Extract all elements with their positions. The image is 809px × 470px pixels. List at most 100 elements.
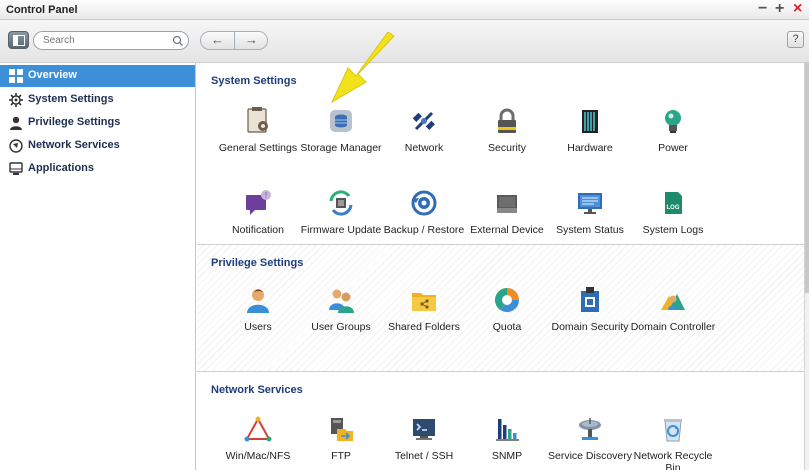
quota-pie-icon [494,288,519,313]
privilege-settings-section: Privilege Settings Users User Groups Sha… [197,245,804,372]
log-badge-text: LOG [667,205,680,211]
vertical-scrollbar[interactable] [804,63,809,470]
tile-users[interactable]: Users [213,286,303,358]
help-button[interactable]: ? [787,31,804,48]
annotation-arrow-icon [330,32,395,104]
tile-label: Network [404,142,444,154]
sidebar-item-label: Applications [28,162,95,174]
sidebar-item-overview[interactable]: Overview [0,65,195,87]
tile-label: Storage Manager [300,142,382,154]
storage-icon [330,110,352,132]
tile-telnet-ssh[interactable]: Telnet / SSH [379,415,469,470]
user-groups-icon [329,289,354,313]
tile-label: Firmware Update [300,224,382,236]
tile-network[interactable]: Network [379,107,469,179]
tile-storage-manager[interactable]: Storage Manager [296,107,386,179]
main-panel: System Settings General Settings Storage… [197,63,804,470]
forward-button[interactable]: → [235,32,268,49]
tile-label: General Settings [218,142,298,154]
tile-label: System Logs [642,224,704,236]
back-button[interactable]: ← [201,32,234,49]
tile-label: Users [244,321,272,333]
tile-label: System Status [556,224,624,236]
toggle-sidebar-button[interactable] [8,31,29,49]
section-title: System Settings [211,75,297,87]
system-status-icon [578,193,602,214]
tile-label: Power [658,142,688,154]
tile-security[interactable]: Security [462,107,552,179]
network-services-section: Network Services Win/Mac/NFS FTP Telnet … [197,372,804,470]
search-input[interactable] [43,34,161,47]
tile-general-settings[interactable]: General Settings [213,107,303,179]
backup-icon [411,190,437,216]
sidebar-item-network-services[interactable]: Network Services [0,135,195,157]
tile-label: Quota [492,321,522,333]
tile-network-recycle-bin[interactable]: Network Recycle Bin [628,415,718,470]
general-settings-icon [247,107,268,133]
bar-chart-icon [496,419,519,441]
tile-label: User Groups [311,321,371,333]
notification-icon: ! [246,190,271,215]
history-nav: ← → [200,31,268,50]
tile-ftp[interactable]: FTP [296,415,386,470]
tile-label: FTP [331,450,351,462]
sidebar-item-privilege-settings[interactable]: Privilege Settings [0,112,195,134]
tile-quota[interactable]: Quota [462,286,552,358]
sidebar-item-label: Network Services [28,139,120,151]
tile-label: Network Recycle Bin [633,450,713,470]
satellite-dish-icon [579,418,601,440]
terminal-icon [413,419,435,440]
tile-label: Hardware [567,142,613,154]
triangle-network-icon [244,416,272,442]
tile-shared-folders[interactable]: Shared Folders [379,286,469,358]
user-icon [10,116,22,130]
network-satellite-icon [412,111,435,131]
tile-power[interactable]: Power [628,107,718,179]
sidebar-item-label: System Settings [28,93,114,105]
grid-icon [9,69,23,83]
section-title: Network Services [211,384,303,396]
toolbar: ← → ? [0,20,809,63]
tile-service-discovery[interactable]: Service Discovery [545,415,635,470]
recycle-bin-icon [664,419,682,442]
sidebar-item-system-settings[interactable]: System Settings [0,89,195,111]
sidebar: Overview System Settings Privilege Setti… [0,63,196,470]
tile-label: Backup / Restore [383,224,465,236]
tile-domain-controller[interactable]: Domain Controller [628,286,718,358]
system-settings-section: System Settings General Settings Storage… [197,63,804,245]
tile-win-mac-nfs[interactable]: Win/Mac/NFS [213,415,303,470]
search-box[interactable] [33,31,189,50]
tile-domain-security[interactable]: Domain Security [545,286,635,358]
window-title: Control Panel [6,4,78,16]
ftp-icon [331,418,353,441]
section-title: Privilege Settings [211,257,304,269]
tile-hardware[interactable]: Hardware [545,107,635,179]
sidebar-item-label: Privilege Settings [28,116,121,128]
network-icon [9,139,23,153]
tile-label: Shared Folders [388,321,460,333]
tile-snmp[interactable]: SNMP [462,415,552,470]
domain-controller-icon [661,294,685,310]
close-button[interactable]: × [793,1,802,17]
tile-label: Service Discovery [547,450,633,462]
scrollbar-thumb[interactable] [805,63,809,293]
log-icon: LOG [665,192,682,214]
sidebar-item-applications[interactable]: Applications [0,158,195,180]
firmware-icon [329,190,353,216]
panel-icon [13,35,25,46]
minimize-button[interactable]: − [758,1,767,17]
svg-text:!: ! [265,191,267,200]
sidebar-item-label: Overview [28,69,77,81]
bulb-icon [665,110,681,133]
lock-icon [498,108,516,133]
tile-label: Domain Security [551,321,629,333]
user-icon [247,289,269,313]
tile-user-groups[interactable]: User Groups [296,286,386,358]
gear-icon [9,93,23,107]
external-device-icon [497,195,517,213]
monitor-icon [9,162,23,175]
search-icon[interactable] [172,35,184,47]
tile-label: Win/Mac/NFS [225,450,291,462]
maximize-button[interactable]: + [775,1,784,17]
title-bar: Control Panel − + × [0,0,809,20]
